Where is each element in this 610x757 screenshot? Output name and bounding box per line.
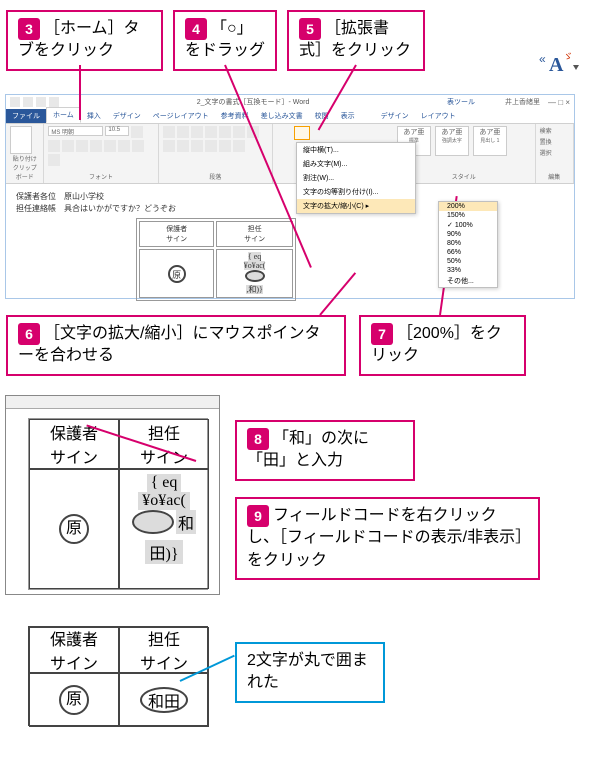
stamp-hara-2: 原 [59,685,89,715]
paste-label: 貼り付け [10,154,39,163]
table-2: 保護者サイン 担任サイン 原 和田 [28,626,208,726]
step-num-9: 9 [247,505,269,527]
pct-other[interactable]: その他... [439,275,497,287]
menu-kumimoji[interactable]: 組み文字(M)... [297,157,415,171]
style-h1[interactable]: あア亜 見出し 1 [473,126,507,156]
pct-50[interactable]: 50% [439,257,497,266]
menu-tatechuyoko[interactable]: 縦中横(T)... [297,143,415,157]
step-num-7: 7 [371,323,393,345]
tab-tlayout[interactable]: レイアウト [415,109,462,123]
paste-button[interactable] [10,126,32,154]
step-num-5: 5 [299,18,321,40]
pct-200[interactable]: 200% [439,202,497,211]
tab-file[interactable]: ファイル [6,109,46,123]
svg-text:A: A [549,54,564,76]
tab-tdesign[interactable]: デザイン [375,109,415,123]
ptr-3 [79,65,81,120]
stamp-hara: 原 [59,514,89,544]
callout-result-text: 2文字が丸で囲まれた [247,652,368,691]
callout-5: 5［拡張書式］をクリック [287,10,425,71]
grp-edit: 検索 置換 選択 編集 [536,124,574,183]
pct-100[interactable]: ✓ 100% [439,220,497,230]
t2-c1: 原 [29,673,119,727]
find-link[interactable]: 検索 [540,126,552,135]
tab-insert[interactable]: 挿入 [81,109,107,123]
callout-3: 3［ホーム］タブをクリック [6,10,163,71]
extended-format-icon: « A ゞ [535,45,585,85]
quick-toolbar [10,97,59,107]
oval-selected[interactable] [132,510,174,534]
pct-33[interactable]: 33% [439,266,497,275]
code-eq: { eq [147,474,182,492]
table-1: 保護者サイン 担任サイン 原 { eq ¥o¥ac( 和 田)} [28,418,208,590]
pct-90[interactable]: 90% [439,230,497,239]
callout-4: 4「○」をドラッグ [173,10,277,71]
t1-h1: 保護者サイン [29,419,119,469]
step-num-3: 3 [18,18,40,40]
pct-66[interactable]: 66% [439,248,497,257]
svg-text:ゞ: ゞ [563,52,573,63]
menu-scale[interactable]: 文字の拡大/縮小(C) ▸ [297,199,415,213]
callout-8: 8「和」の次に「田」と入力 [235,420,415,481]
font-combo[interactable]: MS 明朝 [48,126,103,136]
callout-6: 6［文字の拡大/縮小］にマウスポインターを合わせる [6,315,346,376]
extended-format-menu: 縦中横(T)... 組み文字(M)... 割注(W)... 文字の均等割り付け(… [296,142,416,214]
title-bar: 2_文字の書式［互換モード］- Word 表ツール 井上香緒里 ― □ × [6,95,574,109]
grp-paragraph: 段落 [159,124,273,183]
callout-7: 7［200%］をクリック [359,315,526,376]
ruler [6,396,219,409]
tab-mail[interactable]: 差し込み文書 [255,109,309,123]
doc-mini-table: 保護者サイン担任サイン 原 { eq¥o¥ac(,和)} [136,218,296,301]
pct-150[interactable]: 150% [439,211,497,220]
t1-c2: { eq ¥o¥ac( 和 田)} [119,469,209,589]
tab-design[interactable]: デザイン [107,109,147,123]
ribbon: 貼り付け クリップボード MS 明朝 10.5 フォント 段落 縦中横(T)..… [6,124,574,184]
callout-9: 9フィールドコードを右クリックし、［フィールドコードの表示/非表示］をクリック [235,497,540,580]
ribbon-tabs: ファイル ホーム 挿入 デザイン ページレイアウト 参考資料 差し込み文書 校閲… [6,109,574,124]
t2-c2: 和田 [119,673,209,727]
grp-font: MS 明朝 10.5 フォント [44,124,158,183]
word-app: 2_文字の書式［互換モード］- Word 表ツール 井上香緒里 ― □ × ファ… [5,94,575,299]
step-num-4: 4 [185,18,207,40]
grp-clipboard: 貼り付け クリップボード [6,124,44,183]
svg-text:«: « [539,52,546,66]
tool-context: 表ツール [447,97,475,107]
extended-format-button[interactable] [294,126,310,140]
grp-style-label: スタイル [397,172,531,181]
callout-result: 2文字が丸で囲まれた [235,642,385,703]
fontsize-combo[interactable]: 10.5 [105,126,129,136]
code-ac: ¥o¥ac( [138,492,190,510]
stamp-wada: 和田 [140,687,188,713]
menu-warichu[interactable]: 割注(W)... [297,171,415,185]
grp-font-label: フォント [48,172,153,181]
percent-menu: 200% 150% ✓ 100% 90% 80% 66% 50% 33% その他… [438,201,498,288]
step-num-6: 6 [18,323,40,345]
pct-80[interactable]: 80% [439,239,497,248]
t2-h1: 保護者サイン [29,627,119,673]
step-num-8: 8 [247,428,269,450]
code-ta: 田)} [145,540,182,564]
grp-clipboard-label: クリップボード [10,163,39,181]
tab-layout[interactable]: ページレイアウト [147,109,215,123]
callout-9-text: フィールドコードを右クリックし、［フィールドコードの表示/非表示］をクリック [247,507,523,569]
tab-view[interactable]: 表示 [335,109,361,123]
tab-home[interactable]: ホーム [46,107,81,123]
t1-c1: 原 [29,469,119,589]
t2-h2: 担任サイン [119,627,209,673]
replace-link[interactable]: 置換 [540,137,552,146]
menu-kinto[interactable]: 文字の均等割り付け(I)... [297,185,415,199]
app-title: 2_文字の書式［互換モード］- Word [59,97,447,107]
code-wa: 和 [176,510,196,534]
select-link[interactable]: 選択 [540,148,552,157]
user-name: 井上香緒里 [505,97,540,107]
grp-para-label: 段落 [163,172,268,181]
grp-edit-label: 編集 [540,172,569,181]
style-emphasis[interactable]: あア亜 強調太字 [435,126,469,156]
callout-6-text: ［文字の拡大/縮小］にマウスポインターを合わせる [18,325,320,364]
